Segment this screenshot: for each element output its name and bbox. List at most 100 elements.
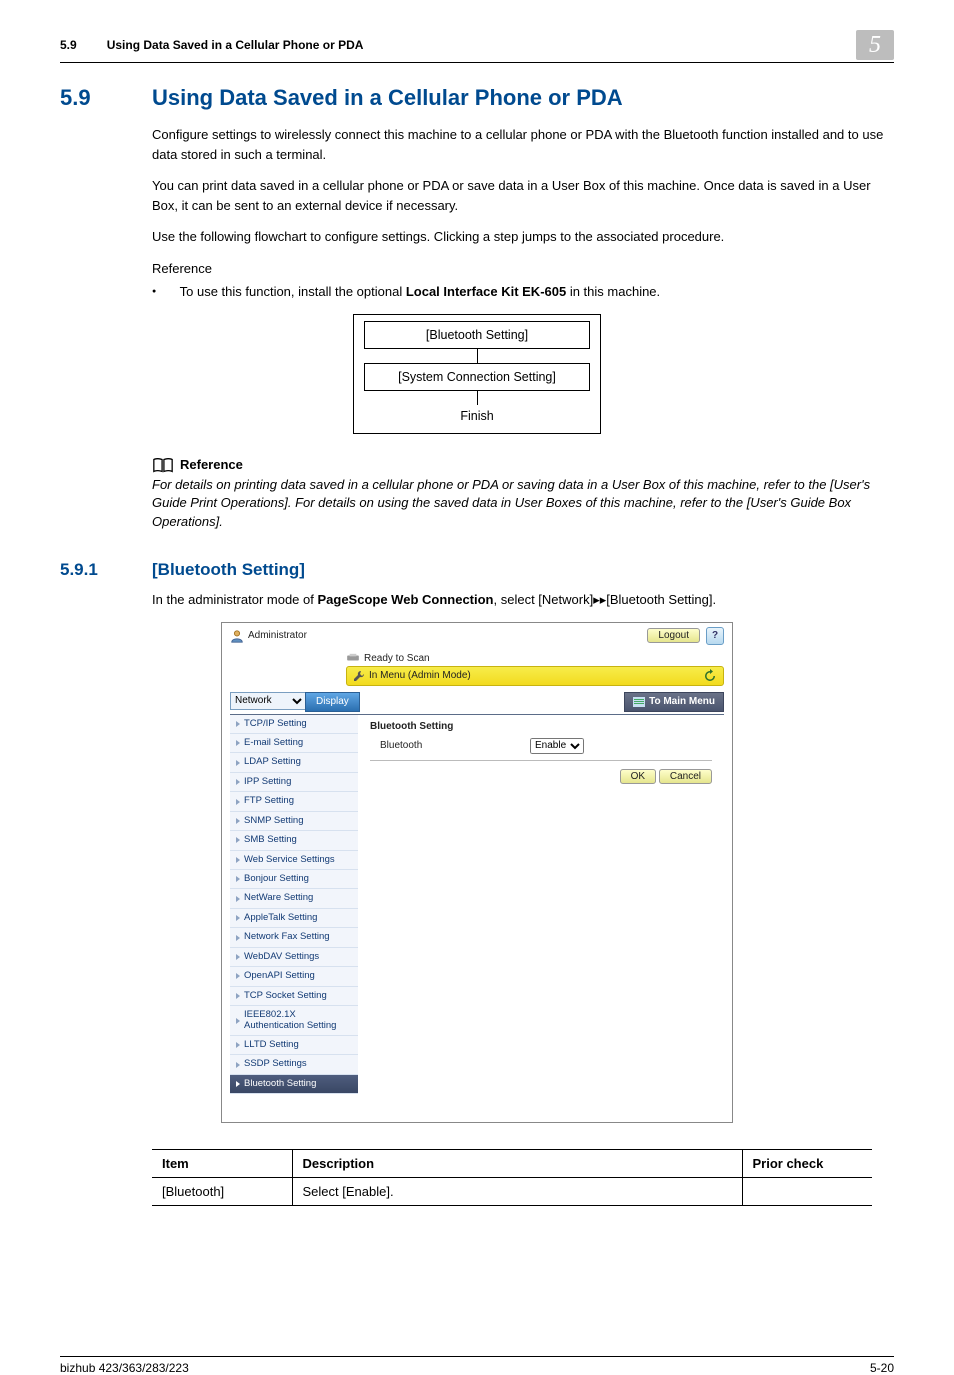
ok-button[interactable]: OK xyxy=(620,769,656,784)
sidebar-item[interactable]: TCP/IP Setting xyxy=(230,715,358,734)
sidebar-item-label: SMB Setting xyxy=(244,835,297,845)
footer-left: bizhub 423/363/283/223 xyxy=(60,1361,189,1375)
sidebar-item-label: FTP Setting xyxy=(244,796,294,806)
section-num: 5.9 xyxy=(60,85,152,111)
chevron-right-icon xyxy=(236,740,240,746)
flowchart-node-system-connection[interactable]: [System Connection Setting] xyxy=(364,363,590,391)
admin-label: Administrator xyxy=(248,630,307,641)
running-section-num: 5.9 xyxy=(60,38,77,52)
intro-prefix: In the administrator mode of xyxy=(152,592,317,607)
sidebar-item[interactable]: LLTD Setting xyxy=(230,1036,358,1055)
ss-banner: Ready to Scan In Menu (Admin Mode) xyxy=(222,649,732,686)
help-button[interactable]: ? xyxy=(706,627,724,645)
sidebar-item[interactable]: SSDP Settings xyxy=(230,1055,358,1074)
sidebar-item-label: AppleTalk Setting xyxy=(244,913,317,923)
flowchart: [Bluetooth Setting] [System Connection S… xyxy=(353,314,601,434)
sidebar-item[interactable]: WebDAV Settings xyxy=(230,948,358,967)
sidebar-item[interactable]: LDAP Setting xyxy=(230,753,358,772)
reference-text: For details on printing data saved in a … xyxy=(152,476,894,533)
running-section-title: Using Data Saved in a Cellular Phone or … xyxy=(107,38,364,52)
sidebar-item[interactable]: E-mail Setting xyxy=(230,734,358,753)
flowchart-connector-2 xyxy=(477,391,478,405)
td-prior-check xyxy=(742,1178,872,1206)
para-1: Configure settings to wirelessly connect… xyxy=(152,125,894,164)
para-2: You can print data saved in a cellular p… xyxy=(152,176,894,215)
sidebar-item[interactable]: OpenAPI Setting xyxy=(230,967,358,986)
chevron-right-icon xyxy=(236,760,240,766)
content-title: Bluetooth Setting xyxy=(370,721,712,732)
sidebar-item[interactable]: Bluetooth Setting xyxy=(230,1075,358,1094)
menu-icon xyxy=(633,697,645,707)
flowchart-node-bluetooth[interactable]: [Bluetooth Setting] xyxy=(364,321,590,349)
refresh-button[interactable] xyxy=(703,669,717,683)
sidebar-item[interactable]: NetWare Setting xyxy=(230,889,358,908)
sidebar-item[interactable]: FTP Setting xyxy=(230,792,358,811)
chevron-right-icon xyxy=(236,779,240,785)
subsection-heading: 5.9.1 [Bluetooth Setting] xyxy=(60,560,894,580)
sidebar-item-label: Bonjour Setting xyxy=(244,874,309,884)
chevron-right-icon xyxy=(236,935,240,941)
sidebar-item-label: SNMP Setting xyxy=(244,816,304,826)
chevron-right-icon xyxy=(236,1042,240,1048)
reference-heading: Reference xyxy=(152,456,894,474)
printer-icon xyxy=(346,653,360,663)
chevron-right-icon xyxy=(236,1018,240,1024)
logout-button[interactable]: Logout xyxy=(647,628,700,643)
flowchart-node-finish: Finish xyxy=(364,405,590,423)
sidebar-item-label: Bluetooth Setting xyxy=(244,1079,316,1089)
sidebar-item-label: Web Service Settings xyxy=(244,855,335,865)
content-divider xyxy=(370,760,712,761)
sidebar-item-label: TCP Socket Setting xyxy=(244,991,327,1001)
th-prior-check: Prior check xyxy=(742,1150,872,1178)
sidebar-item-label: NetWare Setting xyxy=(244,893,313,903)
cancel-button[interactable]: Cancel xyxy=(659,769,712,784)
category-select[interactable]: Network xyxy=(230,692,306,710)
chevron-right-icon xyxy=(236,818,240,824)
sidebar-item[interactable]: SMB Setting xyxy=(230,831,358,850)
sidebar-item-label: IPP Setting xyxy=(244,777,291,787)
para-3: Use the following flowchart to configure… xyxy=(152,227,894,247)
chevron-right-icon xyxy=(236,721,240,727)
sidebar-item-label: IEEE802.1X Authentication Setting xyxy=(244,1010,352,1031)
sidebar-item[interactable]: SNMP Setting xyxy=(230,812,358,831)
section-heading: 5.9 Using Data Saved in a Cellular Phone… xyxy=(60,85,894,111)
sidebar-item[interactable]: Bonjour Setting xyxy=(230,870,358,889)
subsection-body: In the administrator mode of PageScope W… xyxy=(152,590,894,610)
chevron-right-icon xyxy=(236,837,240,843)
reference-list: To use this function, install the option… xyxy=(152,282,894,302)
ss-top-bar: Administrator Logout ? xyxy=(222,623,732,649)
reference-bullet: To use this function, install the option… xyxy=(152,282,894,302)
display-button[interactable]: Display xyxy=(305,692,360,712)
th-description: Description xyxy=(292,1150,742,1178)
subsection-intro: In the administrator mode of PageScope W… xyxy=(152,590,894,610)
flowchart-outer: [Bluetooth Setting] [System Connection S… xyxy=(353,314,601,434)
reference-label: Reference xyxy=(152,259,894,279)
sidebar-item[interactable]: Network Fax Setting xyxy=(230,928,358,947)
sidebar-item-label: LLTD Setting xyxy=(244,1040,299,1050)
flowchart-connector-1 xyxy=(477,349,478,363)
table-header-row: Item Description Prior check xyxy=(152,1150,872,1178)
chevron-right-icon xyxy=(236,799,240,805)
sidebar-item[interactable]: Web Service Settings xyxy=(230,851,358,870)
sidebar-item[interactable]: AppleTalk Setting xyxy=(230,909,358,928)
header-rule xyxy=(60,62,894,63)
ss-status: Ready to Scan xyxy=(346,653,724,664)
content-buttons: OK Cancel xyxy=(370,771,712,782)
reference-block: Reference For details on printing data s… xyxy=(152,456,894,533)
sidebar-item[interactable]: IEEE802.1X Authentication Setting xyxy=(230,1006,358,1036)
to-main-menu-button[interactable]: To Main Menu xyxy=(624,692,724,712)
bullet-prefix: To use this function, install the option… xyxy=(180,284,406,299)
section-body: Configure settings to wirelessly connect… xyxy=(152,125,894,302)
sidebar-item-label: LDAP Setting xyxy=(244,757,301,767)
bluetooth-select[interactable]: Enable xyxy=(530,738,584,754)
chevron-right-icon xyxy=(236,896,240,902)
footer-right: 5-20 xyxy=(870,1361,894,1375)
sidebar-item[interactable]: TCP Socket Setting xyxy=(230,987,358,1006)
book-icon xyxy=(152,456,174,474)
sidebar-item[interactable]: IPP Setting xyxy=(230,773,358,792)
sidebar-item-label: Network Fax Setting xyxy=(244,932,330,942)
bullet-bold: Local Interface Kit EK-605 xyxy=(406,284,566,299)
admin-icon xyxy=(230,629,244,643)
ss-mode-text: In Menu (Admin Mode) xyxy=(369,670,471,681)
intro-bold: PageScope Web Connection xyxy=(317,592,493,607)
